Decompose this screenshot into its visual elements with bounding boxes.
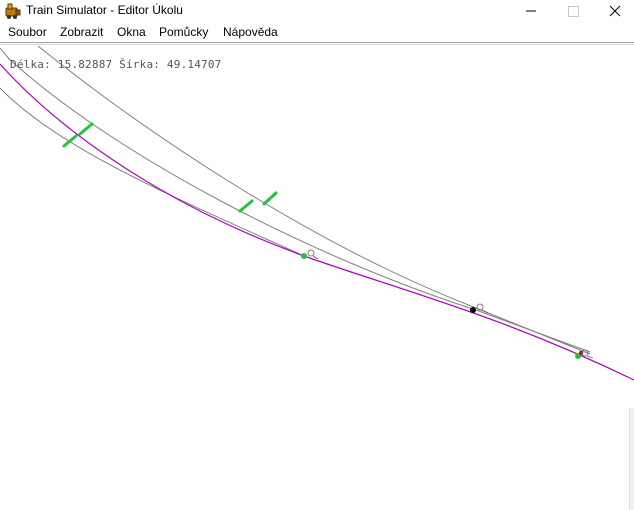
map-canvas[interactable]: Délka: 15.82887 Šírka: 49.14707	[0, 46, 634, 510]
close-icon	[609, 5, 621, 17]
track-line-4[interactable]	[0, 47, 11, 61]
menu-okna[interactable]: Okna	[117, 25, 146, 39]
track-line-3[interactable]	[0, 87, 305, 257]
maximize-button[interactable]	[550, 0, 596, 22]
menu-napoveda[interactable]: Nápověda	[223, 25, 278, 39]
window-title: Train Simulator - Editor Úkolu	[26, 3, 183, 17]
menu-divider	[0, 42, 634, 43]
track-line-1[interactable]	[37, 46, 477, 309]
side-panel-edge[interactable]	[629, 408, 634, 510]
track-line-2[interactable]	[7, 57, 591, 353]
coordinates-readout: Délka: 15.82887 Šírka: 49.14707	[10, 58, 222, 71]
signal-marker[interactable]	[238, 199, 254, 213]
track-line-5[interactable]	[475, 307, 591, 355]
application-window: Train Simulator - Editor Úkolu Soubor Zo…	[0, 0, 634, 510]
close-button[interactable]	[592, 0, 634, 22]
title-bar[interactable]: Train Simulator - Editor Úkolu	[0, 0, 634, 22]
signal-marker[interactable]	[262, 191, 278, 206]
menu-bar: Soubor Zobrazit Okna Pomůcky Nápověda	[0, 22, 634, 42]
track-map[interactable]	[0, 46, 634, 510]
menu-divider-shadow	[0, 44, 634, 45]
junction-node[interactable]	[470, 303, 489, 314]
minimize-button[interactable]	[508, 0, 554, 22]
menu-pomucky[interactable]: Pomůcky	[159, 25, 208, 39]
signal-marker[interactable]	[78, 122, 94, 136]
route-line[interactable]	[0, 63, 634, 381]
menu-zobrazit[interactable]: Zobrazit	[60, 25, 103, 39]
maximize-icon	[568, 6, 579, 17]
train-app-icon[interactable]	[4, 2, 22, 20]
menu-soubor[interactable]: Soubor	[8, 25, 47, 39]
